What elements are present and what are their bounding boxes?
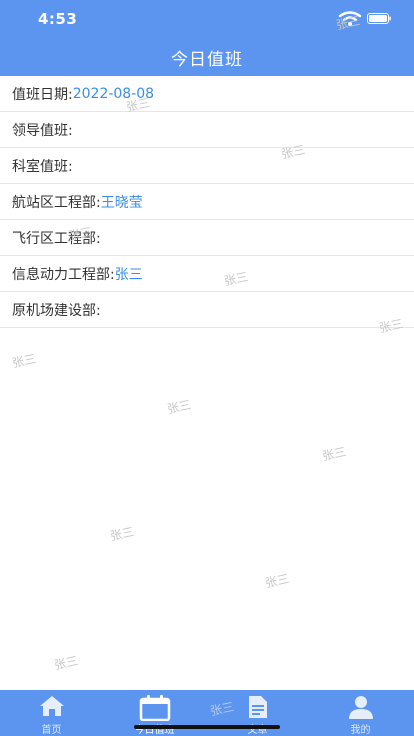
row-label: 值班日期: bbox=[12, 86, 73, 103]
tab-bar: 首页 今日值班 文章 我的 bbox=[0, 690, 414, 736]
duty-row-it-power: 信息动力工程部: 张三 bbox=[0, 256, 414, 292]
watermark: 张三 bbox=[108, 524, 136, 544]
duty-list: 值班日期: 2022-08-08 领导值班: 科室值班: 航站区工程部: 王晓莹 飞… bbox=[0, 76, 414, 328]
duty-row-construction: 原机场建设部: bbox=[0, 292, 414, 328]
calendar-icon bbox=[139, 695, 170, 721]
row-label: 领导值班: bbox=[12, 122, 73, 139]
watermark: 张三 bbox=[320, 444, 348, 464]
home-icon bbox=[39, 696, 64, 716]
tab-label: 首页 bbox=[41, 725, 62, 736]
page-title: 今日值班 bbox=[171, 50, 243, 70]
duty-row-date: 值班日期: 2022-08-08 bbox=[0, 76, 414, 112]
watermark: 张三 bbox=[377, 316, 405, 336]
row-label: 原机场建设部: bbox=[12, 302, 101, 319]
battery-icon bbox=[367, 13, 391, 24]
tab-label: 我的 bbox=[350, 725, 371, 736]
document-icon bbox=[248, 696, 267, 718]
watermark: 张三 bbox=[10, 351, 38, 371]
duty-row-terminal: 航站区工程部: 王晓莹 bbox=[0, 184, 414, 220]
status-time: 4:53 bbox=[38, 10, 78, 28]
watermark: 张三 bbox=[52, 653, 80, 673]
person-icon bbox=[348, 696, 373, 719]
watermark: 张三 bbox=[263, 571, 291, 591]
duty-row-airfield: 飞行区工程部: bbox=[0, 220, 414, 256]
row-value: 王晓莹 bbox=[100, 194, 143, 211]
tab-profile[interactable]: 我的 bbox=[309, 690, 412, 736]
row-label: 航站区工程部: bbox=[12, 194, 101, 211]
row-value: 张三 bbox=[114, 266, 143, 283]
duty-row-leader: 领导值班: bbox=[0, 112, 414, 148]
tab-home[interactable]: 首页 bbox=[0, 690, 103, 736]
tab-today-duty[interactable]: 今日值班 bbox=[103, 690, 206, 736]
row-label: 信息动力工程部: bbox=[12, 266, 115, 283]
watermark: 张三 bbox=[165, 397, 193, 417]
duty-row-office: 科室值班: bbox=[0, 148, 414, 184]
nav-bar: 今日值班 bbox=[0, 36, 414, 76]
home-indicator bbox=[134, 725, 280, 729]
row-label: 科室值班: bbox=[12, 158, 73, 175]
